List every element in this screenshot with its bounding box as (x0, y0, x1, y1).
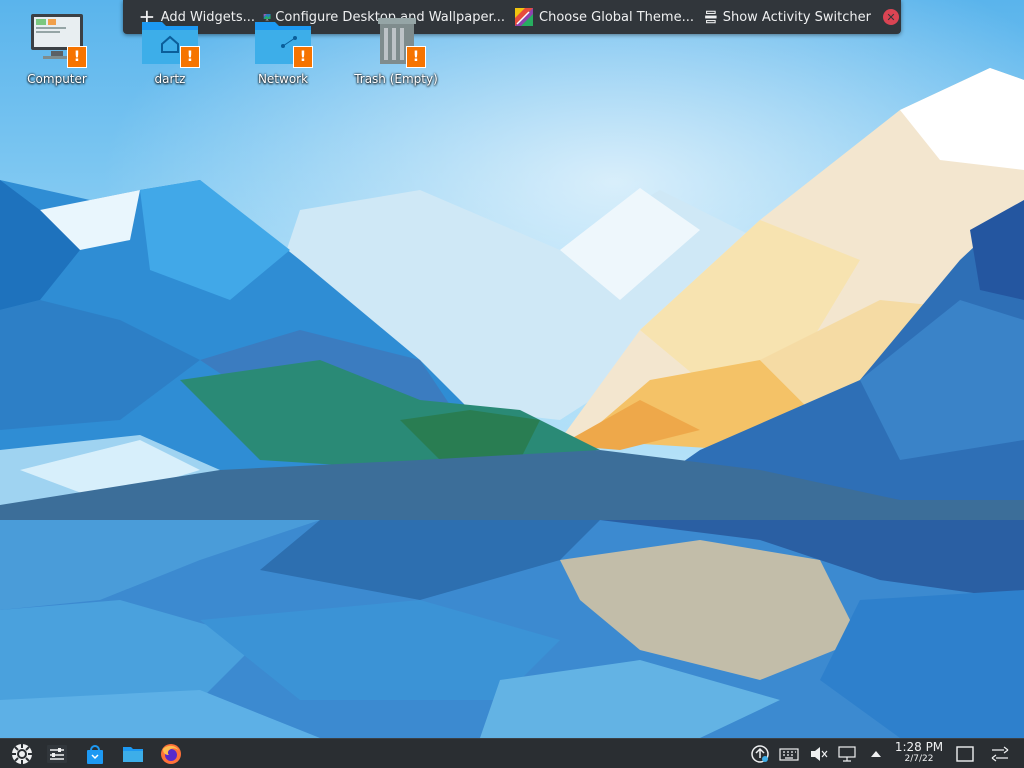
wallpaper (0, 0, 1024, 738)
activity-switcher-button[interactable]: Show Activity Switcher (699, 3, 875, 31)
desktop-icon-label: Network (257, 72, 309, 86)
activity-switcher-label: Show Activity Switcher (722, 9, 871, 25)
global-theme-button[interactable]: Choose Global Theme... (509, 3, 699, 31)
clock-time: 1:28 PM (894, 740, 944, 754)
close-icon[interactable]: ✕ (883, 9, 899, 25)
warning-badge: ! (293, 46, 313, 68)
desktop-icon-computer[interactable]: ! Computer (7, 8, 107, 98)
desktop[interactable]: Add Widgets... Configure Desktop and Wal… (0, 0, 1024, 768)
computer-icon: ! (27, 8, 87, 68)
desktop-icon-dartz[interactable]: ! dartz (120, 8, 220, 98)
updates-icon[interactable] (748, 742, 772, 766)
global-theme-label: Choose Global Theme... (539, 9, 694, 25)
home-folder-icon: ! (140, 8, 200, 68)
clock-date: 2/7/22 (904, 754, 934, 764)
warning-badge: ! (67, 46, 87, 68)
warning-badge: ! (406, 46, 426, 68)
firefox-icon[interactable] (159, 742, 183, 766)
activities-icon (705, 10, 717, 24)
desktop-icon-network[interactable]: ! Network (233, 8, 333, 98)
keyboard-icon[interactable] (777, 742, 801, 766)
show-desktop-icon[interactable] (953, 742, 977, 766)
warning-badge: ! (180, 46, 200, 68)
volume-muted-icon[interactable] (806, 742, 830, 766)
desktop-icon-label: Trash (Empty) (354, 72, 438, 86)
panel: 1:28 PM 2/7/22 (0, 738, 1024, 768)
discover-store-icon[interactable] (83, 742, 107, 766)
application-menu-icon[interactable] (10, 742, 34, 766)
network-wired-icon[interactable] (835, 742, 859, 766)
panel-settings-icon[interactable] (988, 742, 1012, 766)
desktop-icon-label: dartz (154, 72, 186, 86)
desktop-icon-label: Computer (27, 72, 87, 86)
network-folder-icon: ! (253, 8, 313, 68)
desktop-icon-trash[interactable]: ! Trash (Empty) (346, 8, 446, 98)
trash-icon: ! (366, 8, 426, 68)
dolphin-file-manager-icon[interactable] (121, 742, 145, 766)
digital-clock[interactable]: 1:28 PM 2/7/22 (893, 741, 945, 767)
system-settings-icon[interactable] (45, 742, 69, 766)
global-theme-icon (515, 8, 533, 26)
tray-expand-icon[interactable] (864, 742, 888, 766)
